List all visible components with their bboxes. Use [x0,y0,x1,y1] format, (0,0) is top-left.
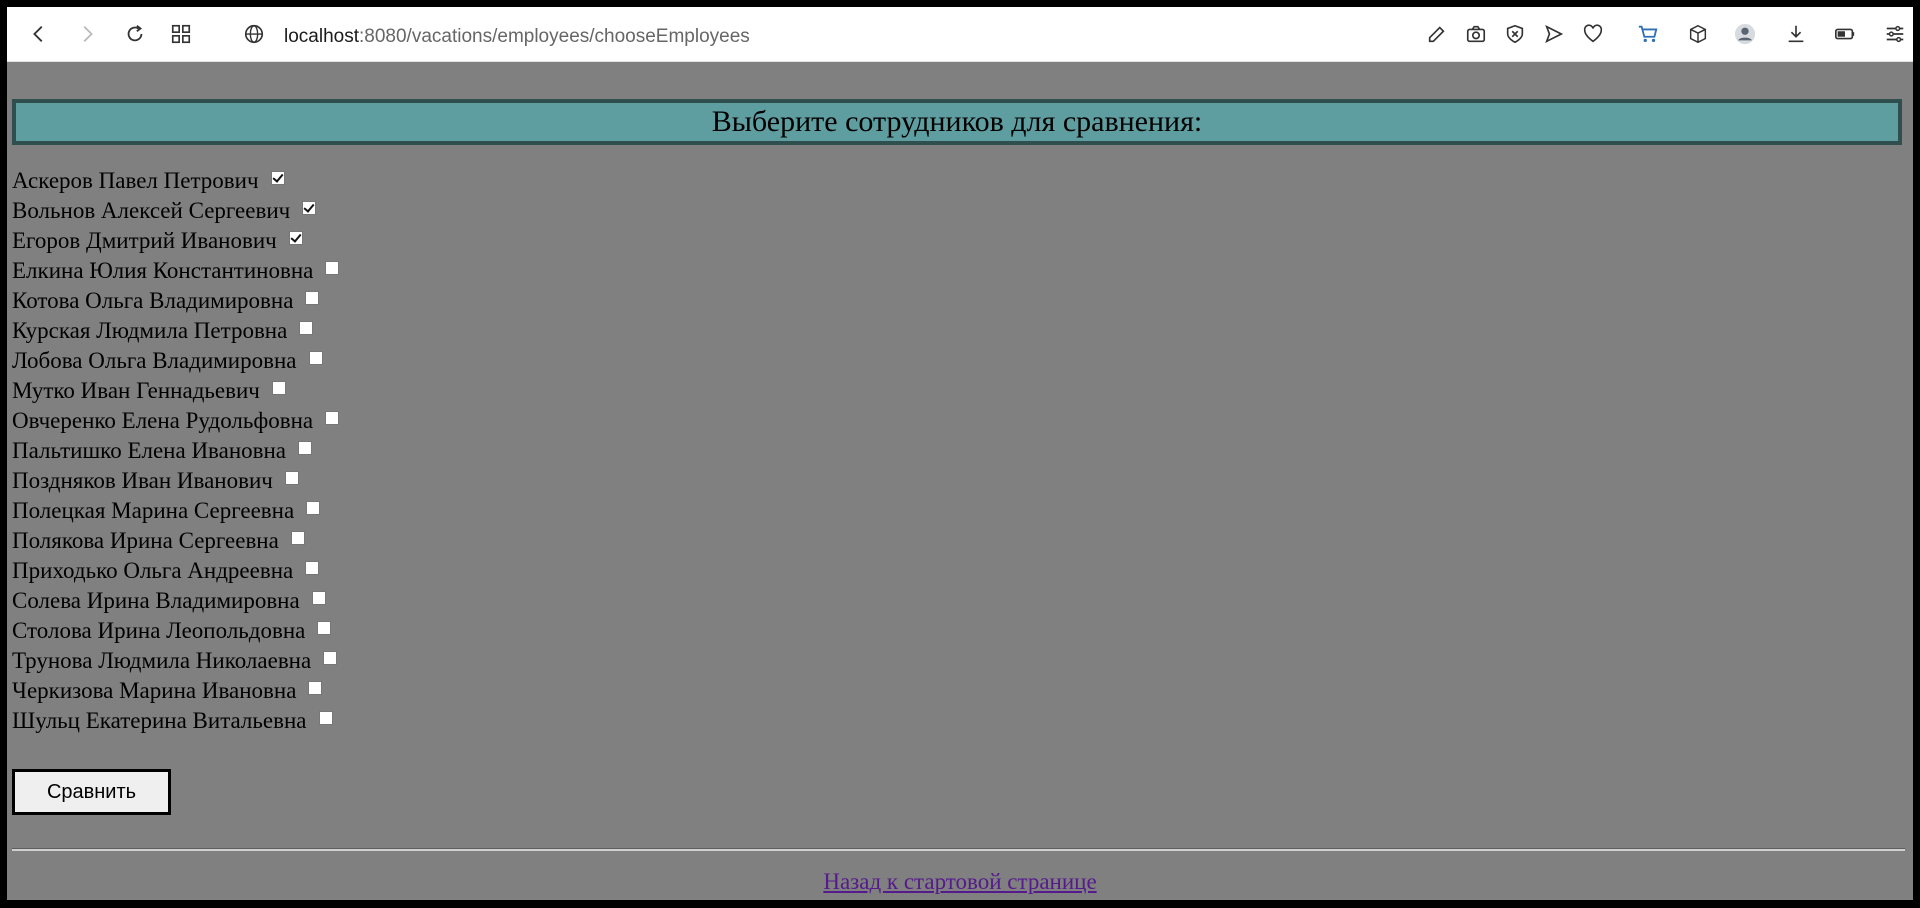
page-content: Выберите сотрудников для сравнения: Аске… [7,61,1913,900]
employee-name: Аскеров Павел Петрович [12,168,259,193]
employee-name: Столова Ирина Леопольдовна [12,618,306,643]
page-title: Выберите сотрудников для сравнения: [12,99,1902,145]
employee-checkbox[interactable] [284,471,299,485]
employee-row: Лобова Ольга Владимировна [12,346,339,376]
employee-checkbox[interactable] [305,291,320,305]
employee-name: Полякова Ирина Сергеевна [12,528,279,553]
employee-checkbox[interactable] [288,231,303,245]
employee-row: Аскеров Павел Петрович [12,166,339,196]
address-bar[interactable]: localhost:8080/vacations/employees/choos… [284,26,750,48]
employee-checkbox[interactable] [325,411,340,425]
employee-checkbox[interactable] [318,711,333,725]
camera-icon[interactable] [1462,20,1490,48]
employee-checkbox[interactable] [299,321,314,335]
employee-row: Поздняков Иван Иванович [12,466,339,496]
employee-name: Пальтишко Елена Ивановна [12,438,287,463]
employee-checkbox[interactable] [271,381,286,395]
employee-name: Овчеренко Елена Рудольфовна [12,408,314,433]
employee-row: Курская Людмила Петровна [12,316,339,346]
employee-row: Приходько Ольга Андреевна [12,556,339,586]
employee-row: Полецкая Марина Сергеевна [12,496,339,526]
employee-checkbox[interactable] [302,201,317,215]
employee-list: Аскеров Павел Петрович Вольнов Алексей Се… [12,166,340,736]
employee-name: Черкизова Марина Ивановна [12,678,297,703]
employee-name: Вольнов Алексей Сергеевич [12,198,291,223]
employee-checkbox[interactable] [317,621,332,635]
browser-window: localhost:8080/vacations/employees/choos… [7,7,1913,900]
edit-icon[interactable] [1423,20,1451,48]
employee-checkbox[interactable] [308,681,323,695]
employee-row: Котова Ольга Владимировна [12,286,339,316]
employee-row: Елкина Юлия Константиновна [12,256,340,286]
employee-row: Мутко Иван Геннадьевич [12,376,339,406]
url-path: :8080/vacations/employees/chooseEmployee… [359,26,750,47]
download-icon[interactable] [1782,20,1810,48]
employee-name: Полецкая Марина Сергеевна [12,498,295,523]
employee-row: Черкизова Марина Ивановна [12,676,339,706]
employee-row: Овчеренко Елена Рудольфовна [12,406,340,436]
settings-icon[interactable] [1881,20,1909,48]
employee-checkbox[interactable] [290,531,305,545]
shield-icon[interactable] [1501,20,1529,48]
reload-icon[interactable] [121,20,149,48]
employee-name: Шульц Екатерина Витальевна [12,708,307,733]
back-to-start-link[interactable]: Назад к стартовой странице [823,869,1096,894]
divider [12,848,1905,851]
employee-checkbox[interactable] [306,501,321,515]
employee-name: Солева Ирина Владимировна [12,588,300,613]
employee-name: Трунова Людмила Николаевна [12,648,312,673]
compare-button[interactable]: Сравнить [12,769,171,815]
employee-name: Курская Людмила Петровна [12,318,288,343]
apps-icon[interactable] [167,20,195,48]
employee-checkbox[interactable] [325,261,340,275]
profile-icon[interactable] [1731,20,1759,48]
site-info-icon[interactable] [240,20,268,48]
employee-row: Вольнов Алексей Сергеевич [12,196,339,226]
heart-icon[interactable] [1579,20,1607,48]
employee-checkbox[interactable] [323,651,338,665]
send-icon[interactable] [1540,20,1568,48]
browser-toolbar: localhost:8080/vacations/employees/choos… [7,7,1913,62]
employee-row: Столова Ирина Леопольдовна [12,616,339,646]
employee-checkbox[interactable] [308,351,323,365]
battery-icon[interactable] [1831,20,1859,48]
employee-checkbox[interactable] [311,591,326,605]
employee-row: Трунова Людмила Николаевна [12,646,339,676]
back-link-container: Назад к стартовой странице [7,869,1913,895]
employee-row: Солева Ирина Владимировна [12,586,339,616]
employee-row: Егоров Дмитрий Иванович [12,226,339,256]
employee-checkbox[interactable] [305,561,320,575]
employee-name: Котова Ольга Владимировна [12,288,294,313]
forward-icon[interactable] [73,20,101,48]
employee-row: Пальтишко Елена Ивановна [12,436,339,466]
employee-name: Мутко Иван Геннадьевич [12,378,260,403]
cart-icon[interactable] [1634,20,1662,48]
back-icon[interactable] [25,20,53,48]
employee-name: Поздняков Иван Иванович [12,468,273,493]
box-icon[interactable] [1684,20,1712,48]
employee-row: Шульц Екатерина Витальевна [12,706,339,736]
employee-name: Приходько Ольга Андреевна [12,558,294,583]
employee-row: Полякова Ирина Сергеевна [12,526,339,556]
employee-name: Егоров Дмитрий Иванович [12,228,277,253]
employee-name: Елкина Юлия Константиновна [12,258,314,283]
employee-name: Лобова Ольга Владимировна [12,348,297,373]
url-host: localhost [284,26,359,47]
employee-checkbox[interactable] [270,171,285,185]
employee-checkbox[interactable] [298,441,313,455]
